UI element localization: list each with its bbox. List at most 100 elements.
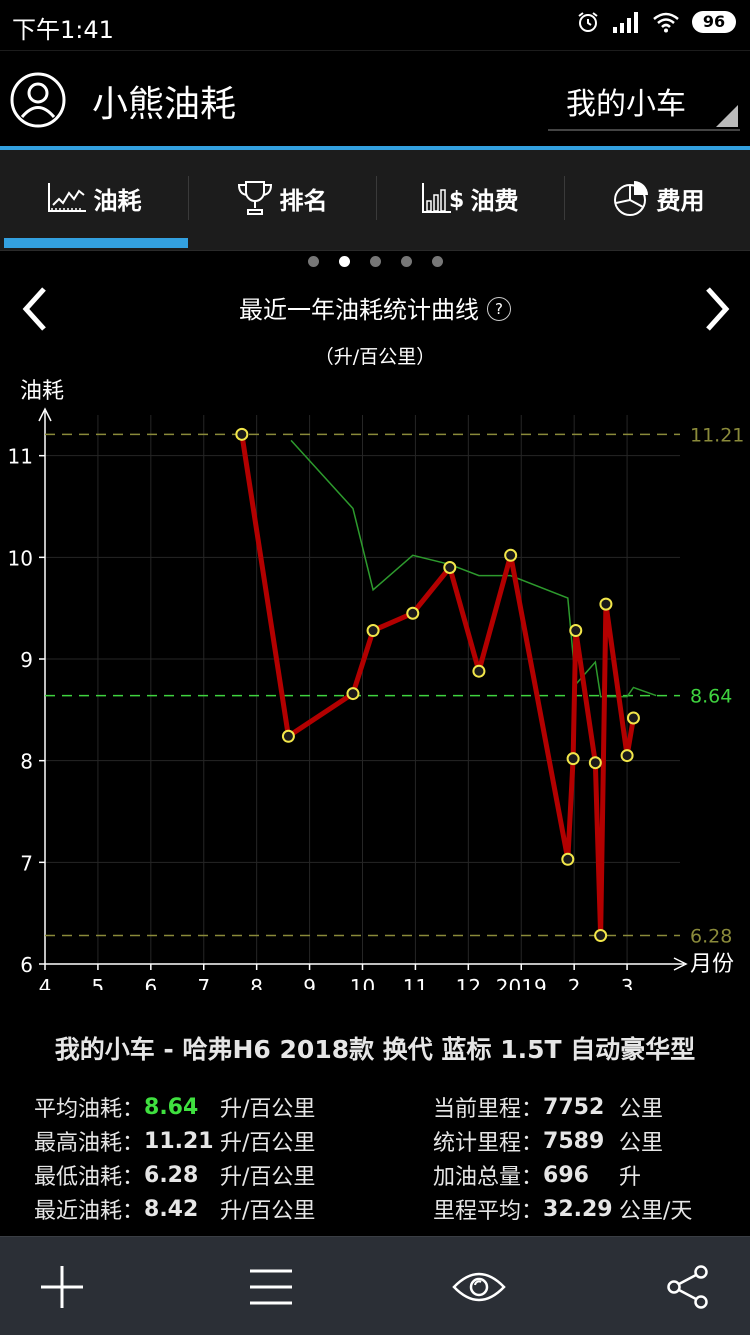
stat-value: 32.29 bbox=[543, 1196, 613, 1222]
user-avatar-icon[interactable] bbox=[10, 72, 66, 128]
stat-label: 最近油耗： bbox=[34, 1199, 145, 1224]
x-axis-label: 月份 bbox=[690, 952, 734, 977]
stat-counted-mileage: 统计里程： 7589 公里 bbox=[433, 1124, 692, 1158]
car-selector-dropdown[interactable]: 我的小车 bbox=[548, 75, 740, 131]
data-point bbox=[406, 606, 420, 620]
tab-label: 油耗 bbox=[93, 186, 142, 215]
eye-icon bbox=[452, 1272, 506, 1302]
y-tick-label: 9 bbox=[20, 648, 33, 672]
stat-label: 当前里程： bbox=[433, 1097, 544, 1122]
data-point bbox=[569, 624, 583, 638]
menu-icon bbox=[250, 1269, 292, 1305]
stat-min-consumption: 最低油耗： 6.28 升/百公里 bbox=[34, 1158, 315, 1192]
signal-icon bbox=[613, 12, 638, 33]
data-point bbox=[599, 597, 613, 611]
data-point bbox=[626, 711, 640, 725]
data-point bbox=[566, 752, 580, 766]
x-tick-label: 3 bbox=[621, 975, 634, 990]
share-button[interactable] bbox=[660, 1259, 716, 1315]
y-tick-label: 7 bbox=[20, 851, 33, 875]
x-tick-label: 8 bbox=[250, 975, 263, 990]
data-point bbox=[472, 664, 486, 678]
stat-label: 统计里程： bbox=[433, 1131, 544, 1156]
share-icon bbox=[667, 1265, 708, 1309]
tab-expenses[interactable]: 费用 bbox=[564, 150, 750, 246]
stat-value: 696 bbox=[543, 1162, 589, 1188]
data-point bbox=[346, 687, 360, 701]
stat-label: 里程平均： bbox=[433, 1199, 544, 1224]
stats-right: 当前里程： 7752 公里 统计里程： 7589 公里 加油总量： 696 升 … bbox=[433, 1090, 692, 1226]
y-tick-label: 8 bbox=[20, 750, 33, 774]
y-tick-label: 11 bbox=[8, 445, 33, 469]
stat-avg-consumption: 平均油耗： 8.64 升/百公里 bbox=[34, 1090, 315, 1124]
fuel-consumption-chart: 油耗 月份 6 7 8 9 10 11 4 5 6 7 8 9 10 11 12 2019 2 3 11.21 8.6… bbox=[8, 379, 745, 990]
page-dot[interactable] bbox=[307, 256, 319, 267]
data-point bbox=[588, 756, 602, 770]
stat-unit: 升 bbox=[619, 1165, 642, 1190]
svg-text:$: $ bbox=[449, 188, 464, 213]
stat-value: 7589 bbox=[543, 1128, 605, 1154]
app-title: 小熊油耗 bbox=[92, 84, 237, 125]
data-point bbox=[620, 749, 634, 763]
wifi-icon bbox=[653, 12, 679, 33]
status-icons: 96 bbox=[576, 10, 736, 34]
tab-fuel[interactable]: 油耗 bbox=[0, 150, 187, 246]
bar-dollar-icon: $ bbox=[421, 183, 464, 213]
battery-indicator: 96 bbox=[692, 11, 736, 33]
add-button[interactable] bbox=[34, 1259, 90, 1315]
car-selector-label: 我的小车 bbox=[566, 87, 686, 122]
data-point bbox=[235, 427, 249, 441]
page-dot[interactable] bbox=[400, 256, 412, 267]
stat-value: 8.42 bbox=[144, 1196, 199, 1222]
x-tick-label: 12 bbox=[456, 975, 481, 990]
chart-title: 最近一年油耗统计曲线 bbox=[239, 296, 479, 324]
page-dot[interactable] bbox=[369, 256, 381, 267]
stat-unit: 升/百公里 bbox=[220, 1131, 316, 1156]
stat-value: 8.64 bbox=[144, 1094, 199, 1120]
x-tick-label: 2 bbox=[568, 975, 581, 990]
stat-value: 11.21 bbox=[144, 1128, 214, 1154]
stat-unit: 公里 bbox=[619, 1131, 664, 1156]
tab-ranking[interactable]: 排名 bbox=[188, 150, 375, 246]
car-model-title: 我的小车 - 哈弗H6 2018款 换代 蓝标 1.5T 自动豪华型 bbox=[54, 1035, 696, 1064]
menu-button[interactable] bbox=[243, 1259, 299, 1315]
stat-recent-consumption: 最近油耗： 8.42 升/百公里 bbox=[34, 1192, 315, 1226]
stat-label: 最低油耗： bbox=[34, 1165, 145, 1190]
y-tick-label: 6 bbox=[20, 953, 33, 977]
x-tick-label: 5 bbox=[92, 975, 105, 990]
tab-label: 排名 bbox=[279, 186, 328, 215]
x-tick-label: 11 bbox=[403, 975, 428, 990]
stat-unit: 升/百公里 bbox=[220, 1199, 316, 1224]
tab-fuel-cost[interactable]: $ 油费 bbox=[376, 150, 563, 246]
stat-current-mileage: 当前里程： 7752 公里 bbox=[433, 1090, 692, 1124]
trophy-icon bbox=[237, 181, 272, 215]
y-axis-label: 油耗 bbox=[20, 379, 64, 404]
pie-chart-icon bbox=[613, 181, 648, 216]
app-bar: 小熊油耗 我的小车 bbox=[0, 50, 750, 147]
x-tick-label: 9 bbox=[303, 975, 316, 990]
add-icon bbox=[41, 1266, 83, 1308]
reference-line-label: 11.21 bbox=[690, 424, 744, 446]
reference-line-label: 6.28 bbox=[690, 926, 732, 948]
tab-label: 费用 bbox=[656, 186, 705, 215]
data-point bbox=[366, 624, 380, 638]
stat-label: 平均油耗： bbox=[34, 1097, 145, 1122]
x-tick-label: 4 bbox=[39, 975, 52, 990]
x-tick-label: 7 bbox=[197, 975, 210, 990]
series-line-consumption bbox=[239, 433, 636, 939]
stat-unit: 升/百公里 bbox=[220, 1165, 316, 1190]
page-indicator bbox=[0, 256, 750, 267]
data-point bbox=[561, 852, 575, 866]
help-icon[interactable]: ? bbox=[487, 297, 511, 321]
data-point bbox=[443, 561, 457, 574]
active-tab-indicator bbox=[4, 238, 188, 248]
bottom-toolbar bbox=[0, 1236, 750, 1335]
page-dot[interactable] bbox=[431, 256, 443, 267]
stat-daily-mileage: 里程平均： 32.29 公里/天 bbox=[433, 1192, 692, 1226]
stat-value: 6.28 bbox=[144, 1162, 199, 1188]
tab-label: 油费 bbox=[470, 186, 519, 215]
alarm-icon bbox=[578, 12, 598, 32]
view-button[interactable] bbox=[451, 1259, 507, 1315]
page-dot-active[interactable] bbox=[338, 256, 350, 267]
data-point bbox=[281, 729, 295, 743]
